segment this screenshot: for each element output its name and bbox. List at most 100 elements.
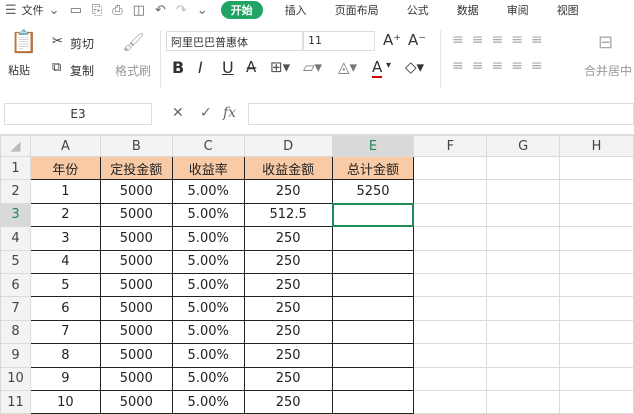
print-icon[interactable]: ⎙ (112, 3, 122, 18)
increase-font-icon[interactable]: A⁺ (383, 31, 401, 49)
strikethrough-icon[interactable]: A̶ (246, 58, 256, 76)
cell-B2[interactable]: 5000 (99, 179, 173, 204)
cell-B11[interactable]: 5000 (99, 389, 173, 414)
format-painter-button[interactable]: 格式刷 (115, 62, 151, 79)
cell-F7[interactable] (413, 296, 488, 321)
cell-B4[interactable]: 5000 (99, 226, 173, 251)
cell-B3[interactable]: 5000 (99, 202, 173, 228)
cell-A11[interactable]: 10 (29, 389, 101, 414)
cell-H6[interactable] (559, 272, 634, 298)
cell-D1[interactable]: 收益金额 (243, 155, 333, 181)
underline-button[interactable]: U (222, 58, 234, 77)
cell-C2[interactable]: 5.00% (171, 179, 245, 204)
column-header-G[interactable]: G (486, 135, 561, 157)
fill-color-icon[interactable]: ◬▾ (338, 58, 357, 76)
row-header[interactable]: 10 (0, 366, 31, 391)
cell-E4[interactable] (331, 226, 415, 251)
cell-H5[interactable] (559, 249, 634, 274)
tab-review[interactable]: 审阅 (507, 2, 529, 18)
cell-H7[interactable] (559, 296, 634, 321)
cell-B5[interactable]: 5000 (99, 249, 173, 274)
row-header[interactable]: 6 (0, 272, 31, 298)
cell-F8[interactable] (413, 319, 488, 345)
border-icon[interactable]: ⊞▾ (270, 58, 290, 76)
row-header[interactable]: 1 (0, 155, 31, 181)
cell-G3[interactable] (486, 202, 561, 228)
cell-F1[interactable] (413, 155, 488, 181)
column-header-D[interactable]: D (243, 135, 333, 157)
cell-A10[interactable]: 9 (29, 366, 101, 391)
cell-G2[interactable] (486, 179, 561, 204)
cell-E2[interactable]: 5250 (331, 179, 415, 204)
formula-input[interactable] (248, 103, 634, 125)
cell-G1[interactable] (486, 155, 561, 181)
cell-E9[interactable] (331, 343, 415, 368)
cell-D9[interactable]: 250 (243, 343, 333, 368)
cell-C9[interactable]: 5.00% (171, 343, 245, 368)
cell-G9[interactable] (486, 343, 561, 368)
cell-D2[interactable]: 250 (243, 179, 333, 204)
tab-data[interactable]: 数据 (457, 2, 479, 18)
cell-A9[interactable]: 8 (29, 343, 101, 368)
cell-B9[interactable]: 5000 (99, 343, 173, 368)
cell-G6[interactable] (486, 272, 561, 298)
cell-C6[interactable]: 5.00% (171, 272, 245, 298)
cell-C1[interactable]: 收益率 (171, 155, 245, 181)
merge-icon[interactable]: ⊟ (598, 32, 613, 53)
cell-E1[interactable]: 总计金额 (331, 155, 415, 181)
cell-C3[interactable]: 5.00% (171, 202, 245, 228)
cell-H4[interactable] (559, 226, 634, 251)
cell-E11[interactable] (331, 389, 415, 414)
font-name-select[interactable]: 阿里巴巴普惠体 (166, 31, 303, 51)
select-all-corner[interactable]: ◢ (0, 135, 31, 157)
font-color-icon[interactable]: A (372, 58, 383, 78)
brush-icon[interactable]: 🖌 (122, 32, 145, 53)
cell-D7[interactable]: 250 (243, 296, 333, 321)
cell-E5[interactable] (331, 249, 415, 274)
cell-B7[interactable]: 5000 (99, 296, 173, 321)
cell-E6[interactable] (331, 272, 415, 298)
cell-A7[interactable]: 6 (29, 296, 101, 321)
cell-B1[interactable]: 定投金额 (99, 155, 173, 181)
paste-button[interactable]: 粘贴 (8, 62, 30, 78)
cell-H8[interactable] (559, 319, 634, 345)
cell-F10[interactable] (413, 366, 488, 391)
cell-E10[interactable] (331, 366, 415, 391)
cell-G8[interactable] (486, 319, 561, 345)
cell-H3[interactable] (559, 202, 634, 228)
cell-H2[interactable] (559, 179, 634, 204)
undo-icon[interactable]: ↶ (155, 3, 166, 18)
column-header-A[interactable]: A (29, 135, 101, 157)
chevron-down-icon[interactable]: ▾ (386, 60, 391, 71)
cell-A1[interactable]: 年份 (29, 155, 101, 181)
preview-icon[interactable]: ◫ (133, 3, 145, 18)
cell-E3[interactable] (331, 202, 415, 228)
copy-button[interactable]: 复制 (70, 62, 94, 79)
cell-style-icon[interactable]: ▱▾ (303, 58, 322, 76)
column-header-H[interactable]: H (559, 135, 634, 157)
chevron-down-icon[interactable]: ⌄ (49, 3, 60, 18)
confirm-icon[interactable]: ✓ (200, 105, 212, 121)
row-header[interactable]: 8 (0, 319, 31, 345)
cell-C4[interactable]: 5.00% (171, 226, 245, 251)
scissors-icon[interactable]: ✂ (52, 34, 63, 49)
cell-C10[interactable]: 5.00% (171, 366, 245, 391)
column-header-B[interactable]: B (99, 135, 173, 157)
cell-G7[interactable] (486, 296, 561, 321)
row-header[interactable]: 2 (0, 179, 31, 204)
align-horizontal-icons[interactable]: ≡≡≡≡≡ (452, 58, 551, 74)
cell-F6[interactable] (413, 272, 488, 298)
cell-E8[interactable] (331, 319, 415, 345)
more-icon[interactable]: ⌄ (197, 3, 208, 18)
cell-B10[interactable]: 5000 (99, 366, 173, 391)
cancel-icon[interactable]: ✕ (172, 105, 184, 121)
save-icon[interactable]: ▭ (70, 3, 82, 18)
decrease-font-icon[interactable]: A⁻ (408, 31, 426, 49)
tab-home[interactable]: 开始 (220, 1, 263, 19)
file-menu[interactable]: 文件 (22, 2, 44, 18)
eraser-icon[interactable]: ◇▾ (405, 58, 424, 76)
cell-A4[interactable]: 3 (29, 226, 101, 251)
row-header[interactable]: 3 (0, 202, 31, 228)
cell-D6[interactable]: 250 (243, 272, 333, 298)
row-header[interactable]: 9 (0, 343, 31, 368)
